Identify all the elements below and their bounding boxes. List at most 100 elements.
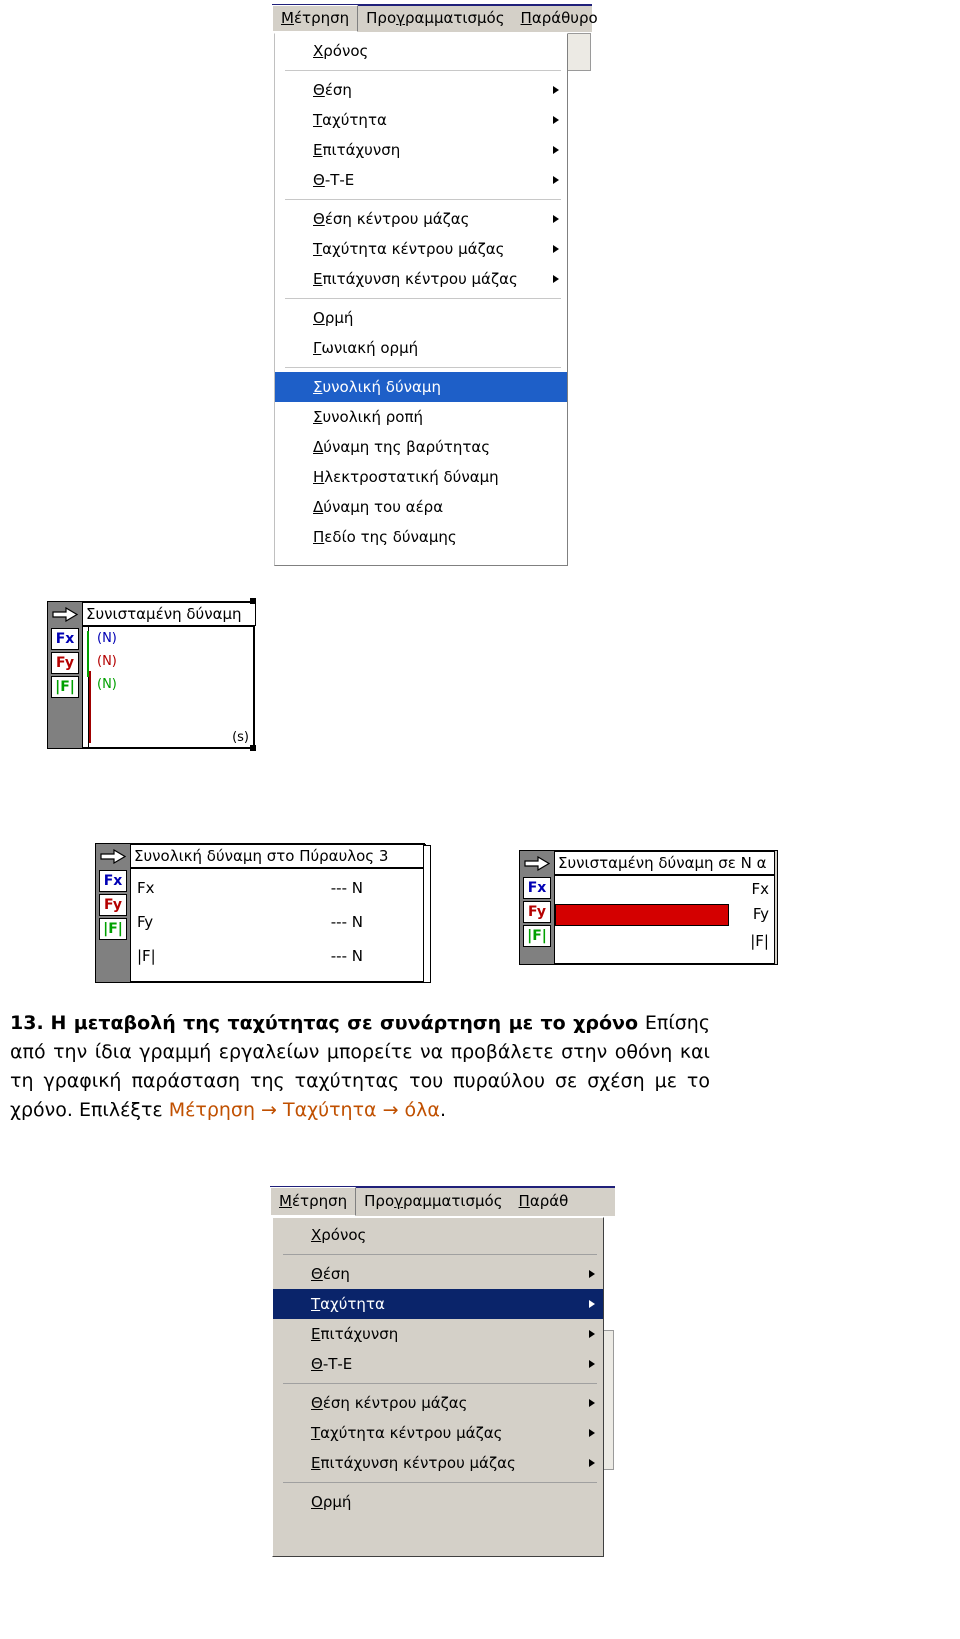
menu-item-7[interactable]: Επιτάχυνση κέντρου μάζας xyxy=(273,1448,603,1478)
right-arrow-icon[interactable] xyxy=(520,851,554,875)
measurement-dropdown-top[interactable]: Χρόνος Θέση Ταχύτητα Επιτάχυνση Θ-Τ-Ε Θέση κέ… xyxy=(274,33,568,566)
menu-item-7[interactable]: Επιτάχυνση κέντρου μάζας xyxy=(275,264,567,294)
menubar-item-parathyro[interactable]: Παράθυρο xyxy=(513,6,606,32)
menu-separator xyxy=(283,1254,597,1255)
submenu-arrow-icon xyxy=(589,1330,595,1338)
menu-item-5[interactable]: Θέση κέντρου μάζας xyxy=(275,204,567,234)
menu-item-0[interactable]: Χρόνος xyxy=(273,1220,603,1250)
bar-row-fx: Fx xyxy=(561,880,769,898)
submenu-arrow-icon xyxy=(553,275,559,283)
fy-button[interactable]: Fy xyxy=(51,652,79,674)
widget-body: Fx Fy |F| Fx Fy |F| xyxy=(520,875,776,964)
menu-item-2[interactable]: Ταχύτητα xyxy=(273,1289,603,1319)
measurement-dropdown-bottom[interactable]: Χρόνος Θέση Ταχύτητα Επιτάχυνση Θ-Τ-Ε Θέση κέ… xyxy=(272,1217,604,1557)
unit-fabs: (N) xyxy=(97,677,117,692)
menu-item-label: Θέση xyxy=(313,81,352,99)
menu-item-13[interactable]: Ηλεκτροστατική δύναμη xyxy=(275,462,567,492)
menu-separator xyxy=(285,298,561,299)
menu-item-5[interactable]: Θέση κέντρου μάζας xyxy=(273,1388,603,1418)
fabs-button[interactable]: |F| xyxy=(99,918,127,940)
table-row: Fx --- N xyxy=(137,879,417,897)
fx-button[interactable]: Fx xyxy=(99,870,127,892)
menu-item-1[interactable]: Θέση xyxy=(275,75,567,105)
widget-title-row: Συνισταμένη δύναμη xyxy=(48,602,256,626)
total-force-values-widget[interactable]: Συνολική δύναμη στο Πύραυλος 3 Fx Fy |F|… xyxy=(95,843,426,983)
submenu-arrow-icon xyxy=(589,1300,595,1308)
submenu-arrow-icon xyxy=(553,86,559,94)
menu-item-15[interactable]: Πεδίο της δύναμης xyxy=(275,522,567,552)
menu-item-label: Θέση κέντρου μάζας xyxy=(313,210,470,228)
resultant-force-graph-widget[interactable]: Συνισταμένη δύναμη Fx Fy |F| (N) (N) (N)… xyxy=(47,601,256,749)
section-number: 13. xyxy=(10,1012,44,1034)
menu-item-label: Επιτάχυνση κέντρου μάζας xyxy=(313,270,518,288)
menu-separator xyxy=(283,1383,597,1384)
page-title: Η μεταβολή της ταχύτητας σε συνάρτηση με… xyxy=(50,1012,639,1034)
bar-row-fy: Fy xyxy=(561,905,769,923)
menu-separator xyxy=(285,70,561,71)
top-menubar[interactable]: Μέτρηση Προ γ ραμματισμός Παράθυρο xyxy=(272,4,598,32)
menu-item-label: Γωνιακή ορμή xyxy=(313,339,419,357)
widget-body: Fx Fy |F| Fx --- N Fy --- N |F| --- N xyxy=(96,868,424,982)
table-row: Fy --- N xyxy=(137,913,417,931)
menu-item-4[interactable]: Θ-Τ-Ε xyxy=(275,165,567,195)
menubar-item-metrisi[interactable]: Μέτρηση xyxy=(270,1187,357,1216)
menu-item-label: Δύναμη της βαρύτητας xyxy=(313,438,491,456)
right-arrow-icon[interactable] xyxy=(96,844,130,868)
menu-item-10[interactable]: Συνολική δύναμη xyxy=(275,372,567,402)
submenu-arrow-icon xyxy=(589,1360,595,1368)
menu-item-label: Θέση xyxy=(311,1265,350,1283)
menu-item-6[interactable]: Ταχύτητα κέντρου μάζας xyxy=(273,1418,603,1448)
menu-item-label: Επιτάχυνση xyxy=(311,1325,399,1343)
widget-graph-resize-handle[interactable] xyxy=(250,598,256,604)
menu-item-8[interactable]: Ορμή xyxy=(273,1487,603,1517)
row-value: --- N xyxy=(330,947,363,965)
bottom-menubar[interactable]: Μέτρηση Προ γ ραμματισμός Παράθ xyxy=(270,1186,615,1216)
menubar-item-metrisi[interactable]: Μέτρηση xyxy=(272,5,359,32)
menu-item-3[interactable]: Επιτάχυνση xyxy=(273,1319,603,1349)
widget-title-row: Συνολική δύναμη στο Πύραυλος 3 xyxy=(96,844,426,868)
menu-item-9[interactable]: Γωνιακή ορμή xyxy=(275,333,567,363)
menu-item-0[interactable]: Χρόνος xyxy=(275,36,567,66)
menu-item-4[interactable]: Θ-Τ-Ε xyxy=(273,1349,603,1379)
row-value: --- N xyxy=(330,879,363,897)
submenu-arrow-icon xyxy=(589,1429,595,1437)
instruction-suffix: . xyxy=(439,1098,446,1121)
menu-item-2[interactable]: Ταχύτητα xyxy=(275,105,567,135)
menubar-item-programmatismos[interactable]: Προ γ ραμματισμός xyxy=(356,1188,510,1216)
menu-item-11[interactable]: Συνολική ροπή xyxy=(275,402,567,432)
menu-item-1[interactable]: Θέση xyxy=(273,1259,603,1289)
bar-row-fabs: |F| xyxy=(561,932,769,950)
fx-button[interactable]: Fx xyxy=(523,877,551,899)
row-label: Fx xyxy=(137,879,155,897)
graph-canvas[interactable]: (N) (N) (N) (s) xyxy=(82,626,254,748)
resultant-force-bars-widget[interactable]: Συνισταμένη δύναμη σε N α Fx Fy |F| Fx F… xyxy=(519,850,778,965)
widget-values-scroll-edge[interactable] xyxy=(423,845,431,983)
menu-item-3[interactable]: Επιτάχυνση xyxy=(275,135,567,165)
unit-fx: (N) xyxy=(97,631,117,646)
widget-title: Συνολική δύναμη στο Πύραυλος 3 xyxy=(130,844,426,868)
right-arrow-icon[interactable] xyxy=(48,602,82,626)
menu-item-label: Πεδίο της δύναμης xyxy=(313,528,457,546)
menubar-item-programmatismos[interactable]: Προ γ ραμματισμός xyxy=(358,6,512,32)
menu-item-14[interactable]: Δύναμη του αέρα xyxy=(275,492,567,522)
widget-title-row: Συνισταμένη δύναμη σε N α xyxy=(520,851,778,875)
fx-button[interactable]: Fx xyxy=(51,628,79,650)
unit-fy: (N) xyxy=(97,654,117,669)
submenu-arrow-icon xyxy=(589,1399,595,1407)
submenu-arrow-icon xyxy=(589,1270,595,1278)
menu-item-label: Ταχύτητα xyxy=(313,111,387,129)
fy-button[interactable]: Fy xyxy=(99,894,127,916)
menu-item-label: Ταχύτητα xyxy=(311,1295,385,1313)
widget-graph-resize-handle-bottom[interactable] xyxy=(250,745,256,751)
widget-title: Συνισταμένη δύναμη σε N α xyxy=(554,851,778,875)
menubar-item-parathyro[interactable]: Παράθ xyxy=(511,1188,577,1216)
menu-item-6[interactable]: Ταχύτητα κέντρου μάζας xyxy=(275,234,567,264)
menu-item-8[interactable]: Ορμή xyxy=(275,303,567,333)
fy-button[interactable]: Fy xyxy=(523,901,551,923)
widget-button-column: Fx Fy |F| xyxy=(48,626,82,748)
fabs-button[interactable]: |F| xyxy=(51,676,79,698)
fabs-button[interactable]: |F| xyxy=(523,925,551,947)
widget-body: Fx Fy |F| (N) (N) (N) (s) xyxy=(48,626,254,748)
menu-item-12[interactable]: Δύναμη της βαρύτητας xyxy=(275,432,567,462)
menu-item-label: Ορμή xyxy=(311,1493,352,1511)
